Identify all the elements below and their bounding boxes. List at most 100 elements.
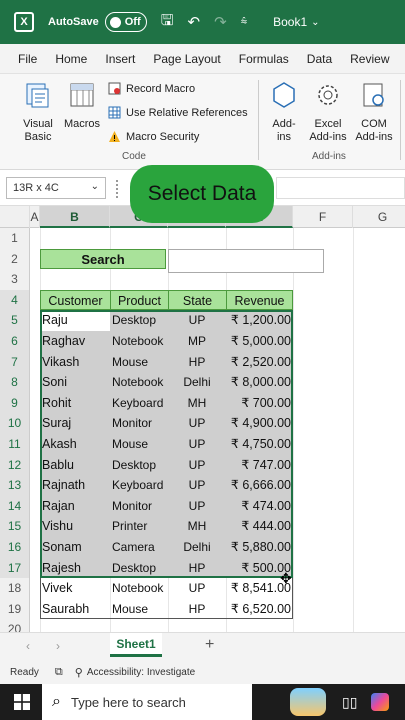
table-cell[interactable]: ₹ 444.00 bbox=[228, 516, 291, 537]
visual-basic-button[interactable]: Visual Basic bbox=[18, 80, 58, 144]
row-header[interactable]: 11 bbox=[0, 434, 30, 455]
table-cell[interactable]: Rajesh bbox=[42, 558, 108, 579]
table-cell[interactable]: UP bbox=[170, 434, 224, 455]
table-cell[interactable]: Delhi bbox=[170, 537, 224, 558]
table-header-cell[interactable]: Product bbox=[110, 289, 168, 311]
table-cell[interactable]: UP bbox=[170, 455, 224, 476]
table-cell[interactable]: Rajan bbox=[42, 496, 108, 517]
table-cell[interactable]: ₹ 6,666.00 bbox=[228, 475, 291, 496]
table-cell[interactable]: Desktop bbox=[112, 310, 166, 331]
table-cell[interactable]: Raghav bbox=[42, 331, 108, 352]
save-icon[interactable]: 🖫 bbox=[161, 10, 174, 35]
row-header[interactable]: 18 bbox=[0, 578, 30, 599]
macro-security-button[interactable]: Macro Security bbox=[108, 130, 199, 143]
tab-formulas[interactable]: Formulas bbox=[239, 52, 289, 66]
table-cell[interactable]: UP bbox=[170, 413, 224, 434]
row-header[interactable]: 8 bbox=[0, 372, 30, 393]
column-header-b[interactable]: B bbox=[40, 206, 110, 228]
table-cell[interactable]: Sonam bbox=[42, 537, 108, 558]
table-cell[interactable]: Raju bbox=[42, 310, 108, 331]
row-header[interactable]: 3 bbox=[0, 269, 30, 290]
table-cell[interactable]: Delhi bbox=[170, 372, 224, 393]
excel-add-ins-button[interactable]: Excel Add-ins bbox=[306, 80, 350, 144]
table-cell[interactable]: Vishu bbox=[42, 516, 108, 537]
table-cell[interactable]: Rohit bbox=[42, 393, 108, 414]
tab-page-layout[interactable]: Page Layout bbox=[153, 52, 220, 66]
row-header[interactable]: 19 bbox=[0, 598, 30, 620]
row-header[interactable]: 15 bbox=[0, 516, 30, 537]
macro-recording-icon[interactable]: ⧉ bbox=[55, 666, 63, 679]
com-add-ins-button[interactable]: COM Add-ins bbox=[352, 80, 396, 144]
row-header[interactable]: 10 bbox=[0, 413, 30, 434]
use-relative-references-button[interactable]: Use Relative References bbox=[108, 106, 248, 119]
table-cell[interactable]: ₹ 4,750.00 bbox=[228, 434, 291, 455]
table-cell[interactable]: Mouse bbox=[112, 434, 166, 455]
table-cell[interactable]: Vikash bbox=[42, 352, 108, 373]
search-input[interactable] bbox=[168, 248, 324, 273]
table-header-cell[interactable]: State bbox=[168, 289, 226, 311]
worksheet-grid[interactable]: Search 1 2 3 4 5 6 7 8 9 10 11 12 13 14 15 16 17 18 19 20 Cu… bbox=[0, 228, 405, 632]
record-macro-button[interactable]: Record Macro bbox=[108, 82, 195, 95]
table-cell[interactable]: UP bbox=[170, 475, 224, 496]
row-header[interactable]: 1 bbox=[0, 228, 30, 249]
table-cell[interactable]: Rajnath bbox=[42, 475, 108, 496]
column-header-a[interactable]: A bbox=[30, 206, 40, 228]
row-header[interactable]: 5 bbox=[0, 310, 30, 331]
customize-quick-access-icon[interactable]: ⩯ bbox=[241, 16, 247, 29]
table-cell[interactable]: ₹ 5,000.00 bbox=[228, 331, 291, 352]
tab-file[interactable]: File bbox=[18, 52, 37, 66]
tab-insert[interactable]: Insert bbox=[105, 52, 135, 66]
table-cell[interactable]: ₹ 5,880.00 bbox=[228, 537, 291, 558]
table-cell[interactable]: Bablu bbox=[42, 455, 108, 476]
table-cell[interactable]: Monitor bbox=[112, 413, 166, 434]
row-header[interactable]: 7 bbox=[0, 351, 30, 373]
table-cell[interactable]: UP bbox=[170, 496, 224, 517]
table-cell[interactable]: Notebook bbox=[112, 372, 166, 393]
column-header-g[interactable]: G bbox=[353, 206, 405, 228]
table-cell[interactable]: Desktop bbox=[112, 558, 166, 579]
column-header-f[interactable]: F bbox=[293, 206, 353, 228]
row-header[interactable]: 12 bbox=[0, 454, 30, 476]
undo-icon[interactable]: ↶ bbox=[188, 13, 201, 31]
copilot-icon[interactable] bbox=[371, 693, 390, 711]
table-cell[interactable]: ₹ 4,900.00 bbox=[228, 413, 291, 434]
workbook-name[interactable]: Book1 bbox=[273, 15, 307, 29]
row-header[interactable]: 2 bbox=[0, 248, 30, 270]
table-header-cell[interactable]: Customer bbox=[40, 289, 110, 311]
add-sheet-icon[interactable]: + bbox=[205, 636, 214, 654]
table-cell[interactable]: MH bbox=[170, 516, 224, 537]
table-cell[interactable]: Mouse bbox=[112, 352, 166, 373]
taskbar-search-box[interactable]: ⌕ Type here to search bbox=[42, 684, 252, 720]
tab-review[interactable]: Review bbox=[350, 52, 389, 66]
macros-button[interactable]: Macros bbox=[62, 80, 102, 131]
chevron-right-icon[interactable]: › bbox=[56, 639, 60, 653]
table-cell[interactable]: Soni bbox=[42, 372, 108, 393]
table-cell[interactable]: Printer bbox=[112, 516, 166, 537]
formula-bar-grip[interactable] bbox=[116, 180, 118, 198]
windows-start-icon[interactable] bbox=[14, 694, 30, 710]
table-cell[interactable]: Monitor bbox=[112, 496, 166, 517]
chevron-left-icon[interactable]: ‹ bbox=[26, 639, 30, 653]
row-header[interactable]: 17 bbox=[0, 557, 30, 579]
redo-icon[interactable]: ↷ bbox=[214, 13, 227, 31]
table-cell[interactable]: Keyboard bbox=[112, 475, 166, 496]
row-header[interactable]: 6 bbox=[0, 331, 30, 352]
table-cell[interactable]: ₹ 474.00 bbox=[228, 496, 291, 517]
table-cell[interactable]: Camera bbox=[112, 537, 166, 558]
table-cell[interactable]: Desktop bbox=[112, 455, 166, 476]
table-cell[interactable]: ₹ 2,520.00 bbox=[228, 352, 291, 373]
table-cell[interactable]: Notebook bbox=[112, 331, 166, 352]
table-cell[interactable]: HP bbox=[170, 352, 224, 373]
formula-input[interactable] bbox=[276, 177, 405, 199]
add-ins-button[interactable]: Add-ins bbox=[264, 80, 304, 144]
table-cell[interactable]: MP bbox=[170, 331, 224, 352]
row-header[interactable]: 13 bbox=[0, 475, 30, 496]
table-cell[interactable]: ₹ 747.00 bbox=[228, 455, 291, 476]
row-header[interactable]: 14 bbox=[0, 495, 30, 517]
row-header[interactable]: 20 bbox=[0, 619, 30, 632]
row-header[interactable]: 4 bbox=[0, 289, 30, 311]
table-cell[interactable]: HP bbox=[170, 558, 224, 579]
table-cell[interactable]: UP bbox=[170, 310, 224, 331]
table-cell[interactable]: MH bbox=[170, 393, 224, 414]
sheet-tab-sheet1[interactable]: Sheet1 bbox=[110, 633, 162, 657]
